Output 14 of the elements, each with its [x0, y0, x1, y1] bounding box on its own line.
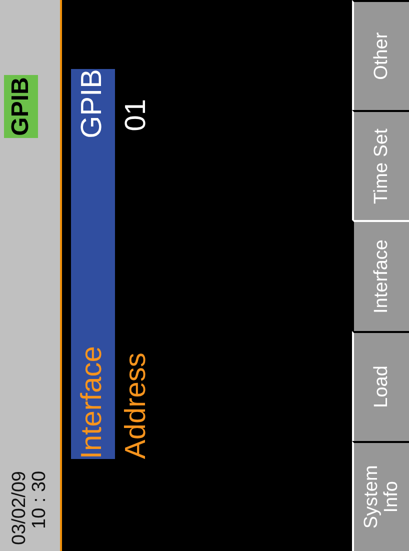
setting-label: Address [119, 352, 154, 459]
setting-value: GPIB [75, 69, 110, 138]
mode-indicator: GPIB [4, 75, 38, 138]
menu-tab[interactable]: Time Set [352, 110, 409, 220]
setting-row[interactable]: Address 01 [115, 69, 159, 459]
date-text: 03/02/09 [10, 470, 30, 545]
menu-tab[interactable]: Interface [352, 220, 409, 331]
time-text: 10 : 30 [30, 470, 50, 531]
setting-value: 01 [119, 99, 154, 132]
menu-tab[interactable]: System Info [352, 440, 409, 551]
setting-label: Interface [75, 346, 110, 459]
menu-tab[interactable]: Other [352, 0, 409, 110]
menu-tab[interactable]: Load [352, 330, 409, 441]
selected-setting-row[interactable]: Interface GPIB [71, 69, 115, 459]
